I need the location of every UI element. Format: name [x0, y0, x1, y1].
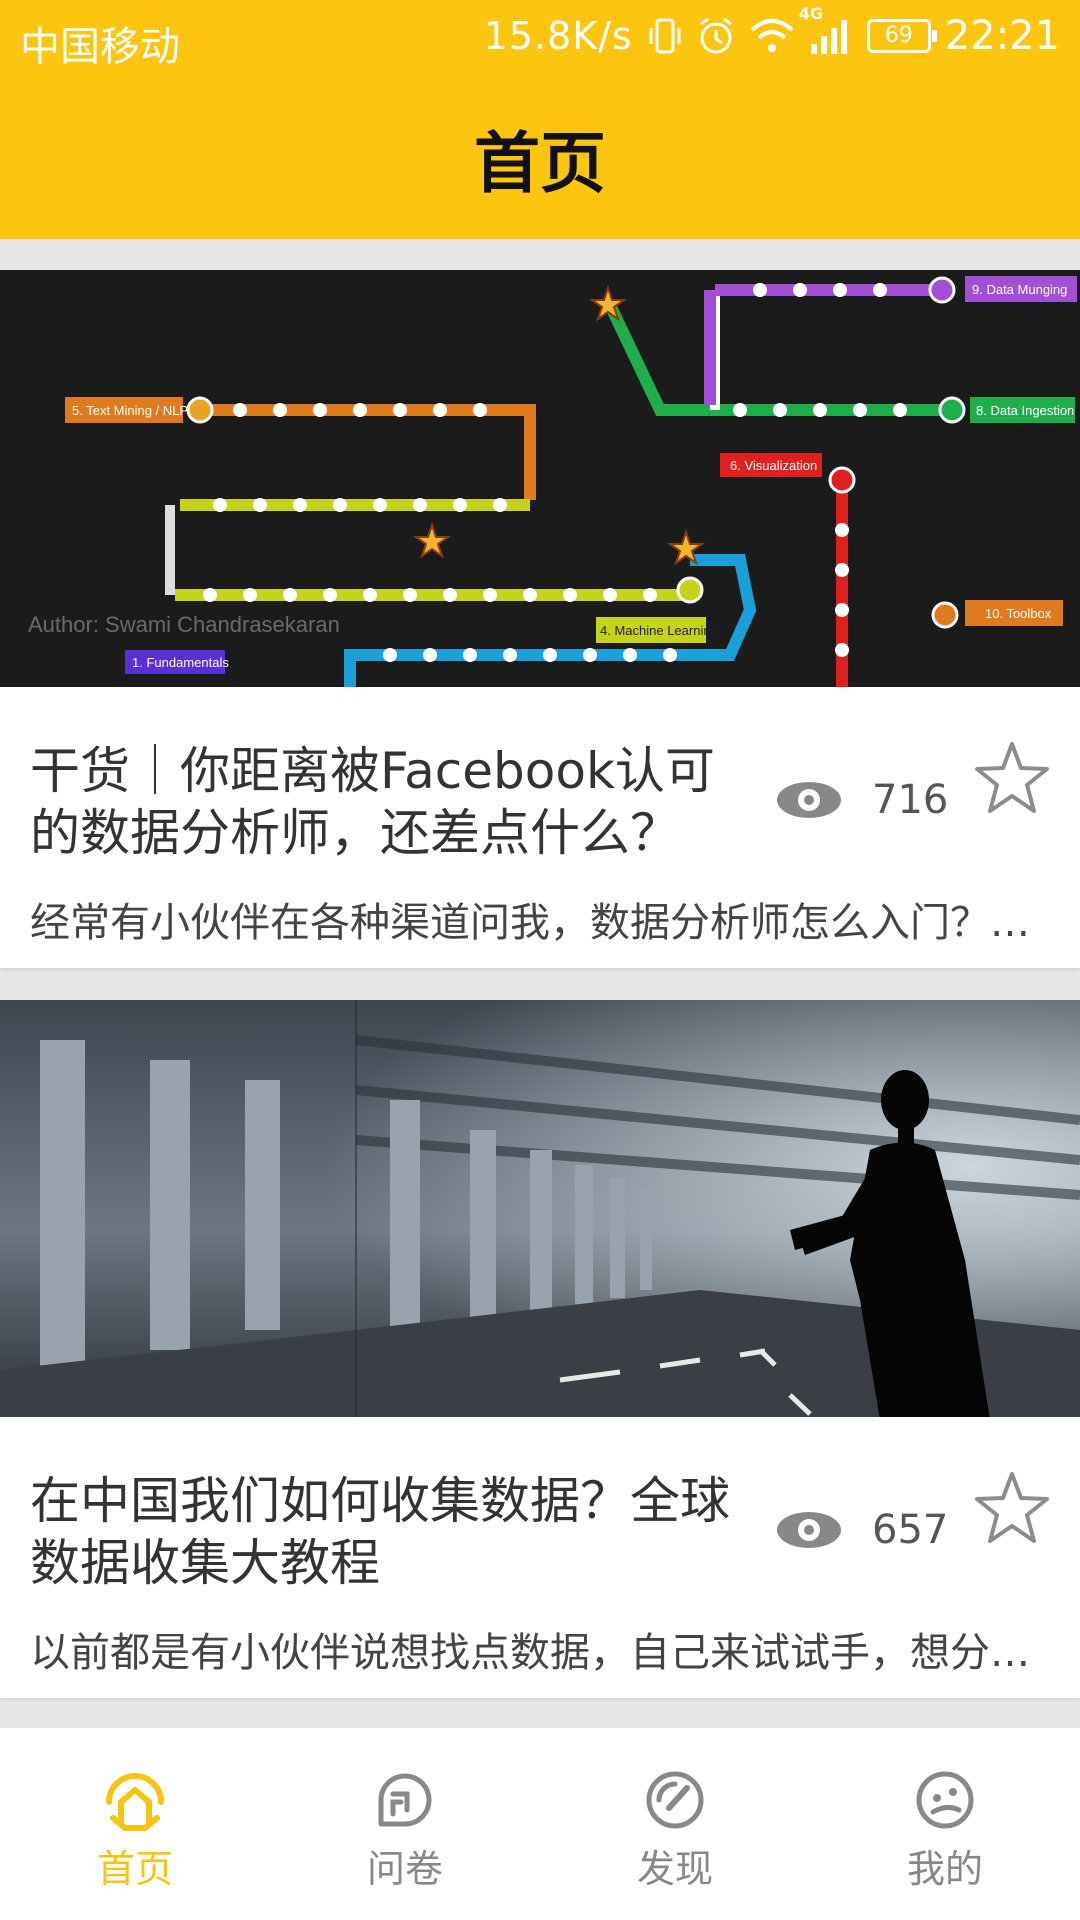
tunnel-image: [0, 1000, 1080, 1417]
wifi-icon: [749, 12, 795, 60]
view-count-value: 657: [872, 1507, 949, 1553]
favorite-star-icon[interactable]: [974, 740, 1050, 816]
alarm-icon: [697, 12, 735, 60]
metro-station-9: 9. Data Munging: [972, 282, 1067, 297]
article-card[interactable]: 在中国我们如何收集数据？全球数据收集大教程 657 以前都是有小伙伴说想找点数据…: [0, 1000, 1080, 1698]
nav-label: 我的: [906, 1847, 983, 1891]
nav-item-discover[interactable]: 发现: [540, 1728, 810, 1920]
eye-icon: [777, 1512, 841, 1548]
metro-station-6: 6. Visualization: [730, 458, 817, 473]
nav-item-survey[interactable]: 问卷: [270, 1728, 540, 1920]
article-card[interactable]: 5. Text Mining / NLP 1. Fundamentals 4. …: [0, 270, 1080, 968]
metro-station-8: 8. Data Ingestion: [976, 403, 1074, 418]
clock: 22:21: [944, 13, 1060, 59]
top-bar: 中国移动 15.8K/s 4G 69 22:21 首页: [0, 0, 1080, 239]
network-speed: 15.8K/s: [483, 14, 633, 58]
metro-station-1: 1. Fundamentals: [132, 655, 229, 670]
metro-station-5: 5. Text Mining / NLP: [72, 403, 188, 418]
nav-item-home[interactable]: 首页: [0, 1728, 270, 1920]
bottom-navigation: 首页 问卷 发现 我的: [0, 1728, 1080, 1920]
nav-label: 发现: [636, 1847, 713, 1891]
network-type: 4G: [798, 4, 823, 23]
carrier-label: 中国移动: [20, 24, 180, 70]
article-title[interactable]: 干货｜你距离被Facebook认可的数据分析师，还差点什么？: [30, 740, 760, 864]
status-right: 15.8K/s 4G 69 22:21: [483, 4, 1060, 60]
view-count: 657: [776, 1500, 948, 1560]
metro-author-watermark: Author: Swami Chandrasekaran: [28, 612, 340, 637]
discover-icon: [646, 1771, 704, 1829]
article-title[interactable]: 在中国我们如何收集数据？全球数据收集大教程: [30, 1470, 760, 1594]
profile-icon: [916, 1771, 974, 1829]
metro-map-image: 5. Text Mining / NLP 1. Fundamentals 4. …: [0, 270, 1080, 687]
view-count-value: 716: [872, 777, 949, 823]
article-summary: 以前都是有小伙伴说想找点数据，自己来试试手，想分…: [30, 1630, 1030, 1676]
article-summary: 经常有小伙伴在各种渠道问我，数据分析师怎么入门？…: [30, 900, 1030, 946]
nav-label: 首页: [96, 1847, 173, 1891]
favorite-star-icon[interactable]: [974, 1470, 1050, 1546]
nav-label: 问卷: [366, 1847, 443, 1891]
home-icon: [106, 1773, 164, 1831]
vibrate-icon: [647, 12, 683, 60]
article-thumbnail-metro-map[interactable]: 5. Text Mining / NLP 1. Fundamentals 4. …: [0, 270, 1080, 687]
survey-icon: [378, 1773, 432, 1827]
eye-icon: [777, 782, 841, 818]
metro-station-4: 4. Machine Learning: [600, 623, 718, 638]
status-bar: 中国移动 15.8K/s 4G 69 22:21: [0, 0, 1080, 78]
metro-station-10: 10. Toolbox: [985, 606, 1052, 621]
page-title: 首页: [474, 125, 606, 202]
view-count: 716: [776, 770, 948, 830]
battery-level: 69: [884, 23, 913, 48]
signal-icon: 4G: [799, 4, 853, 60]
battery-icon: 69: [866, 19, 937, 53]
nav-item-profile[interactable]: 我的: [810, 1728, 1080, 1920]
article-thumbnail-tunnel[interactable]: [0, 1000, 1080, 1417]
